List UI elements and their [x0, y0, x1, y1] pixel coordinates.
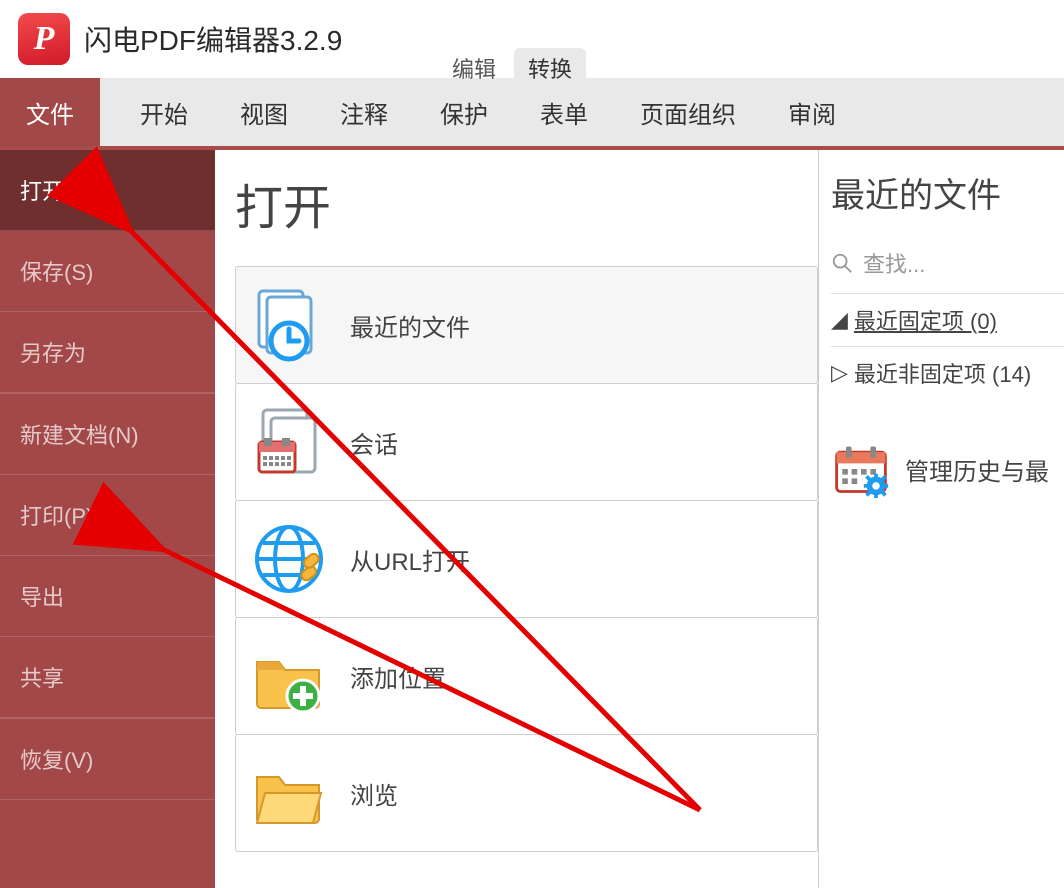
app-logo-icon: P — [18, 13, 70, 65]
open-option-url-label: 从URL打开 — [350, 542, 470, 577]
browse-folder-icon — [246, 750, 332, 836]
open-option-session[interactable]: 会话 — [235, 383, 818, 501]
recent-pinned-group[interactable]: ◢ 最近固定项 (0) — [831, 293, 1064, 346]
recent-files-icon — [246, 282, 332, 368]
tab-convert[interactable]: 转换 — [514, 48, 586, 88]
tab-edit[interactable]: 编辑 — [438, 48, 510, 88]
open-option-url[interactable]: 从URL打开 — [235, 500, 818, 618]
open-heading: 打开 — [235, 168, 818, 238]
file-sidebar: 打开 保存(S) 另存为 新建文档(N) 打印(P) 导出 共享 恢复(V) — [0, 150, 215, 888]
session-icon — [246, 399, 332, 485]
ribbon-tab-review[interactable]: 审阅 — [788, 95, 836, 130]
add-location-icon — [246, 633, 332, 719]
sidebar-item-open[interactable]: 打开 — [0, 150, 215, 231]
sidebar-item-recover[interactable]: 恢复(V) — [0, 718, 215, 800]
recent-heading: 最近的文件 — [831, 168, 1064, 217]
recent-search-placeholder: 查找... — [863, 247, 925, 279]
ribbon-tabs: 开始 视图 注释 保护 表单 页面组织 审阅 — [100, 78, 1064, 146]
ribbon-tab-form[interactable]: 表单 — [540, 95, 588, 130]
sidebar-item-saveas[interactable]: 另存为 — [0, 312, 215, 393]
manage-history[interactable]: 管理历史与最 — [831, 439, 1064, 499]
recent-unpinned-group[interactable]: ▷ 最近非固定项 (14) — [831, 346, 1064, 399]
open-option-addlocation[interactable]: 添加位置 — [235, 617, 818, 735]
ribbon-tab-start[interactable]: 开始 — [140, 95, 188, 130]
open-option-browse-label: 浏览 — [350, 776, 398, 811]
calendar-gear-icon — [831, 439, 891, 499]
triangle-down-icon: ◢ — [831, 307, 848, 333]
title-bar: P 闪电PDF编辑器3.2.9 编辑 转换 — [0, 0, 1064, 78]
sidebar-item-export[interactable]: 导出 — [0, 556, 215, 637]
ribbon-tab-view[interactable]: 视图 — [240, 95, 288, 130]
manage-history-label: 管理历史与最 — [905, 452, 1049, 487]
ribbon-tab-protect[interactable]: 保护 — [440, 95, 488, 130]
recent-pinned-label: 最近固定项 (0) — [854, 304, 997, 336]
app-title: 闪电PDF编辑器3.2.9 — [84, 19, 342, 59]
triangle-right-icon: ▷ — [831, 360, 848, 386]
workspace: 打开 保存(S) 另存为 新建文档(N) 打印(P) 导出 共享 恢复(V) 打… — [0, 150, 1064, 888]
recent-panel: 最近的文件 查找... ◢ 最近固定项 (0) ▷ 最近非固定项 (14) — [819, 150, 1064, 888]
ribbon-file-tab[interactable]: 文件 — [0, 78, 100, 146]
sidebar-item-save[interactable]: 保存(S) — [0, 231, 215, 312]
open-panel: 打开 最近的文件 — [215, 150, 819, 888]
recent-search[interactable]: 查找... — [831, 247, 1064, 279]
open-option-addlocation-label: 添加位置 — [350, 659, 446, 694]
recent-unpinned-label: 最近非固定项 (14) — [854, 357, 1031, 389]
open-option-browse[interactable]: 浏览 — [235, 734, 818, 852]
sidebar-item-newdoc[interactable]: 新建文档(N) — [0, 393, 215, 475]
open-option-recent[interactable]: 最近的文件 — [235, 266, 818, 384]
mode-tabs: 编辑 转换 — [438, 48, 586, 88]
open-option-recent-label: 最近的文件 — [350, 308, 470, 343]
ribbon-tab-comment[interactable]: 注释 — [340, 95, 388, 130]
sidebar-item-share[interactable]: 共享 — [0, 637, 215, 718]
ribbon-tab-pages[interactable]: 页面组织 — [640, 95, 736, 130]
globe-url-icon — [246, 516, 332, 602]
sidebar-item-print[interactable]: 打印(P) — [0, 475, 215, 556]
ribbon: 文件 开始 视图 注释 保护 表单 页面组织 审阅 — [0, 78, 1064, 150]
search-icon — [831, 252, 853, 274]
open-options-list: 最近的文件 会话 — [235, 266, 818, 851]
open-option-session-label: 会话 — [350, 425, 398, 460]
